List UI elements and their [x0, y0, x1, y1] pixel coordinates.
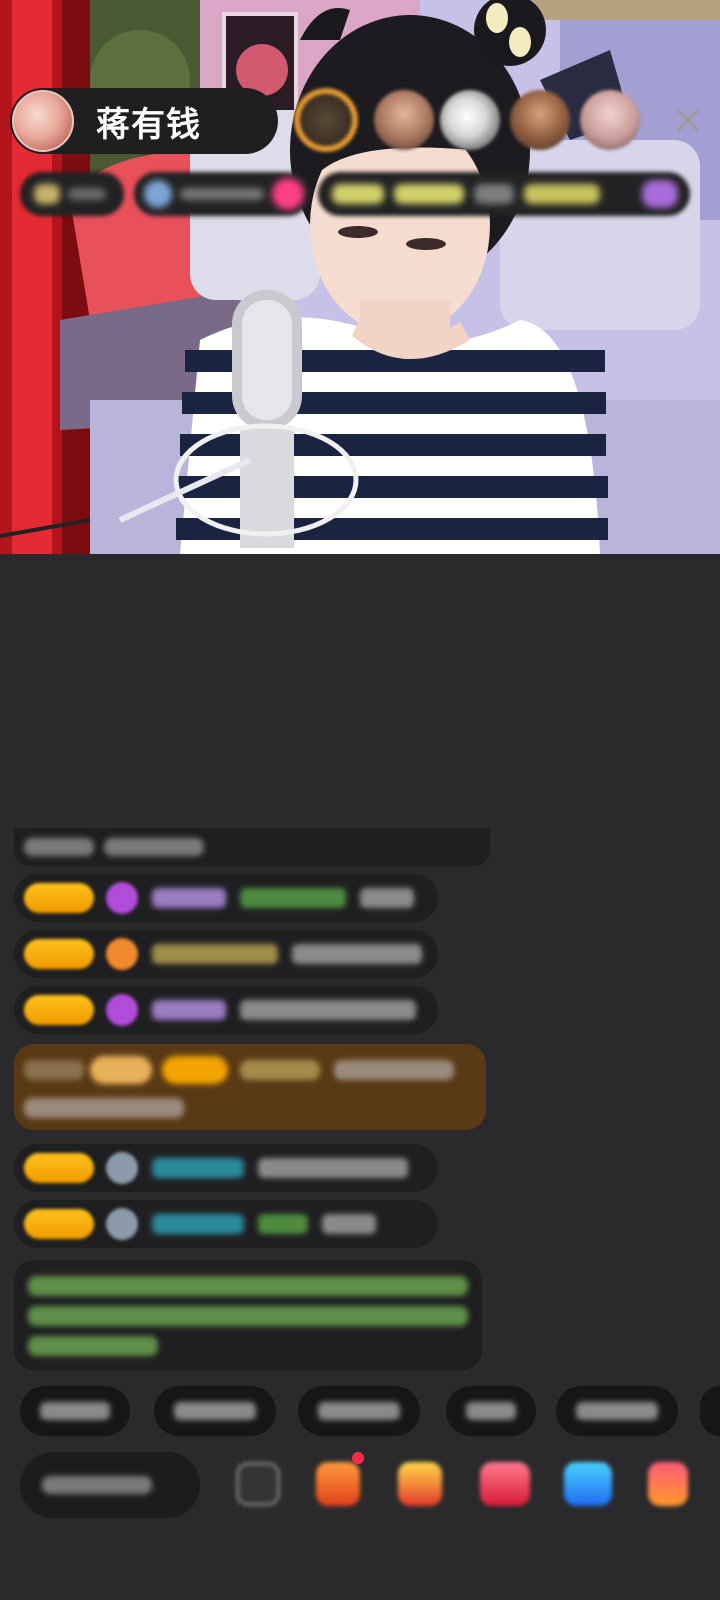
quick-reply-button[interactable]	[298, 1386, 420, 1436]
chat-message-partial	[14, 828, 490, 866]
host-avatar[interactable]	[12, 90, 74, 152]
fan-badge-icon	[106, 1152, 138, 1184]
chat-message[interactable]	[14, 930, 438, 978]
video-frame-illustration	[0, 0, 720, 554]
like-icon[interactable]	[480, 1462, 530, 1506]
viewer-avatar-5[interactable]	[580, 90, 640, 150]
chat-gift-text	[240, 888, 346, 908]
quick-reply-button[interactable]	[700, 1386, 720, 1436]
quick-reply-button[interactable]	[446, 1386, 536, 1436]
fan-badge-icon	[106, 994, 138, 1026]
chat-username[interactable]	[152, 888, 226, 908]
fan-badge-icon	[106, 1208, 138, 1240]
chat-text	[258, 1158, 408, 1178]
fan-club-icon[interactable]	[398, 1462, 442, 1506]
chat-text	[292, 944, 422, 964]
chat-text	[240, 1000, 416, 1020]
chat-text	[360, 888, 414, 908]
level-badge	[24, 939, 94, 969]
chat-message[interactable]	[14, 1144, 438, 1192]
chat-message-highlighted[interactable]	[14, 1044, 486, 1130]
fan-badge-icon	[106, 938, 138, 970]
system-notice	[14, 1260, 482, 1370]
chat-username[interactable]	[152, 1214, 244, 1234]
level-badge	[24, 1153, 94, 1183]
stat-chip-rank[interactable]	[20, 172, 124, 216]
level-badge	[24, 1209, 94, 1239]
quick-reply-button[interactable]	[556, 1386, 678, 1436]
quick-reply-button[interactable]	[154, 1386, 276, 1436]
chat-message[interactable]	[14, 986, 438, 1034]
stat-chip-popularity[interactable]	[134, 172, 310, 216]
more-icon[interactable]	[236, 1462, 280, 1506]
chat-username[interactable]	[152, 1158, 244, 1178]
chat-message[interactable]	[14, 1200, 438, 1248]
viewer-avatar-4[interactable]	[510, 90, 570, 150]
fan-badge-icon	[106, 882, 138, 914]
chat-text	[322, 1214, 376, 1234]
shop-icon[interactable]	[648, 1462, 688, 1506]
stat-chip-tags[interactable]	[318, 172, 690, 216]
chat-message[interactable]	[14, 874, 438, 922]
quick-reply-button[interactable]	[20, 1386, 130, 1436]
level-badge	[24, 995, 94, 1025]
host-info-pill[interactable]: 蒋有钱	[10, 88, 278, 154]
close-icon[interactable]: ×	[668, 100, 708, 140]
host-name: 蒋有钱	[96, 104, 201, 145]
share-icon[interactable]	[564, 1462, 612, 1506]
gift-icon[interactable]	[316, 1462, 360, 1506]
level-badge	[24, 883, 94, 913]
viewer-avatar-1[interactable]	[294, 88, 358, 152]
live-video-stream[interactable]	[0, 0, 720, 554]
notification-dot	[352, 1452, 364, 1464]
viewer-avatar-2[interactable]	[374, 90, 434, 150]
chat-username[interactable]	[152, 944, 278, 964]
chat-input[interactable]	[20, 1452, 200, 1518]
chat-username[interactable]	[152, 1000, 226, 1020]
viewer-avatar-3[interactable]	[440, 90, 500, 150]
chat-gift-text	[258, 1214, 308, 1234]
